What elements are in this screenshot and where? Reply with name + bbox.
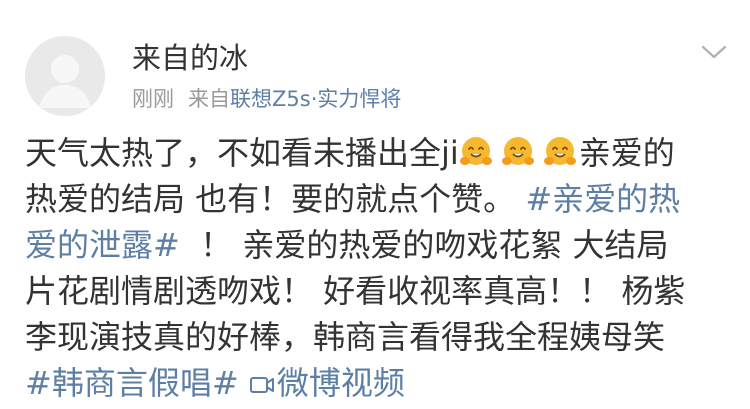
hug-emoji-icon [543, 137, 576, 165]
username[interactable]: 来自的冰 [132, 38, 248, 78]
timestamp: 刚刚 [132, 87, 174, 111]
content-text: 热爱的结局 也有！要的就点个赞。 [25, 180, 516, 218]
weibo-video-label[interactable]: 微博视频 [277, 364, 405, 402]
video-icon [249, 377, 274, 393]
default-avatar-icon [25, 36, 105, 116]
post-content: 天气太热了，不如看未播出全ji 亲爱的 热爱的结局 也有！要的就点个赞。 #亲爱的… [25, 130, 735, 406]
content-line-4: 片花剧情剧透吻戏！ 好看收视率真高！！ 杨紫 [25, 268, 735, 314]
hug-emoji-icon [501, 137, 534, 165]
chevron-down-icon[interactable] [700, 42, 728, 62]
source-prefix: 来自 [188, 87, 230, 111]
topic-link-qinai-2[interactable]: 爱的泄露# [25, 226, 180, 264]
avatar[interactable] [25, 36, 105, 116]
source-device-link[interactable]: 联想Z5s·实力悍将 [230, 87, 401, 111]
content-line-2: 热爱的结局 也有！要的就点个赞。 #亲爱的热 [25, 176, 735, 222]
topic-link-hanshangyan[interactable]: #韩商言假唱# [25, 364, 239, 402]
content-line-1: 天气太热了，不如看未播出全ji 亲爱的 [25, 130, 735, 176]
content-text: 天气太热了，不如看未播出全ji [25, 134, 459, 172]
post-meta: 刚刚 来自联想Z5s·实力悍将 [132, 84, 401, 114]
content-line-3: 爱的泄露# ！ 亲爱的热爱的吻戏花絮 大结局 [25, 222, 735, 268]
content-line-5: 李现演技真的好棒，韩商言看得我全程姨母笑 [25, 314, 735, 360]
content-text: 亲爱的 [578, 134, 675, 172]
content-text: 片花剧情剧透吻戏！ 好看收视率真高！！ 杨紫 [25, 272, 686, 310]
hug-emoji-icon [459, 137, 492, 165]
weibo-post: 来自的冰 刚刚 来自联想Z5s·实力悍将 天气太热了，不如看未播出全ji 亲爱的 热… [0, 0, 750, 409]
content-text: 李现演技真的好棒，韩商言看得我全程姨母笑 [25, 318, 666, 356]
topic-link-qinai-1[interactable]: #亲爱的热 [525, 180, 680, 218]
content-text: ！ 亲爱的热爱的吻戏花絮 大结局 [179, 226, 669, 264]
content-line-6: #韩商言假唱# 微博视频 [25, 360, 735, 406]
weibo-video-link[interactable]: 微博视频 [249, 364, 405, 402]
